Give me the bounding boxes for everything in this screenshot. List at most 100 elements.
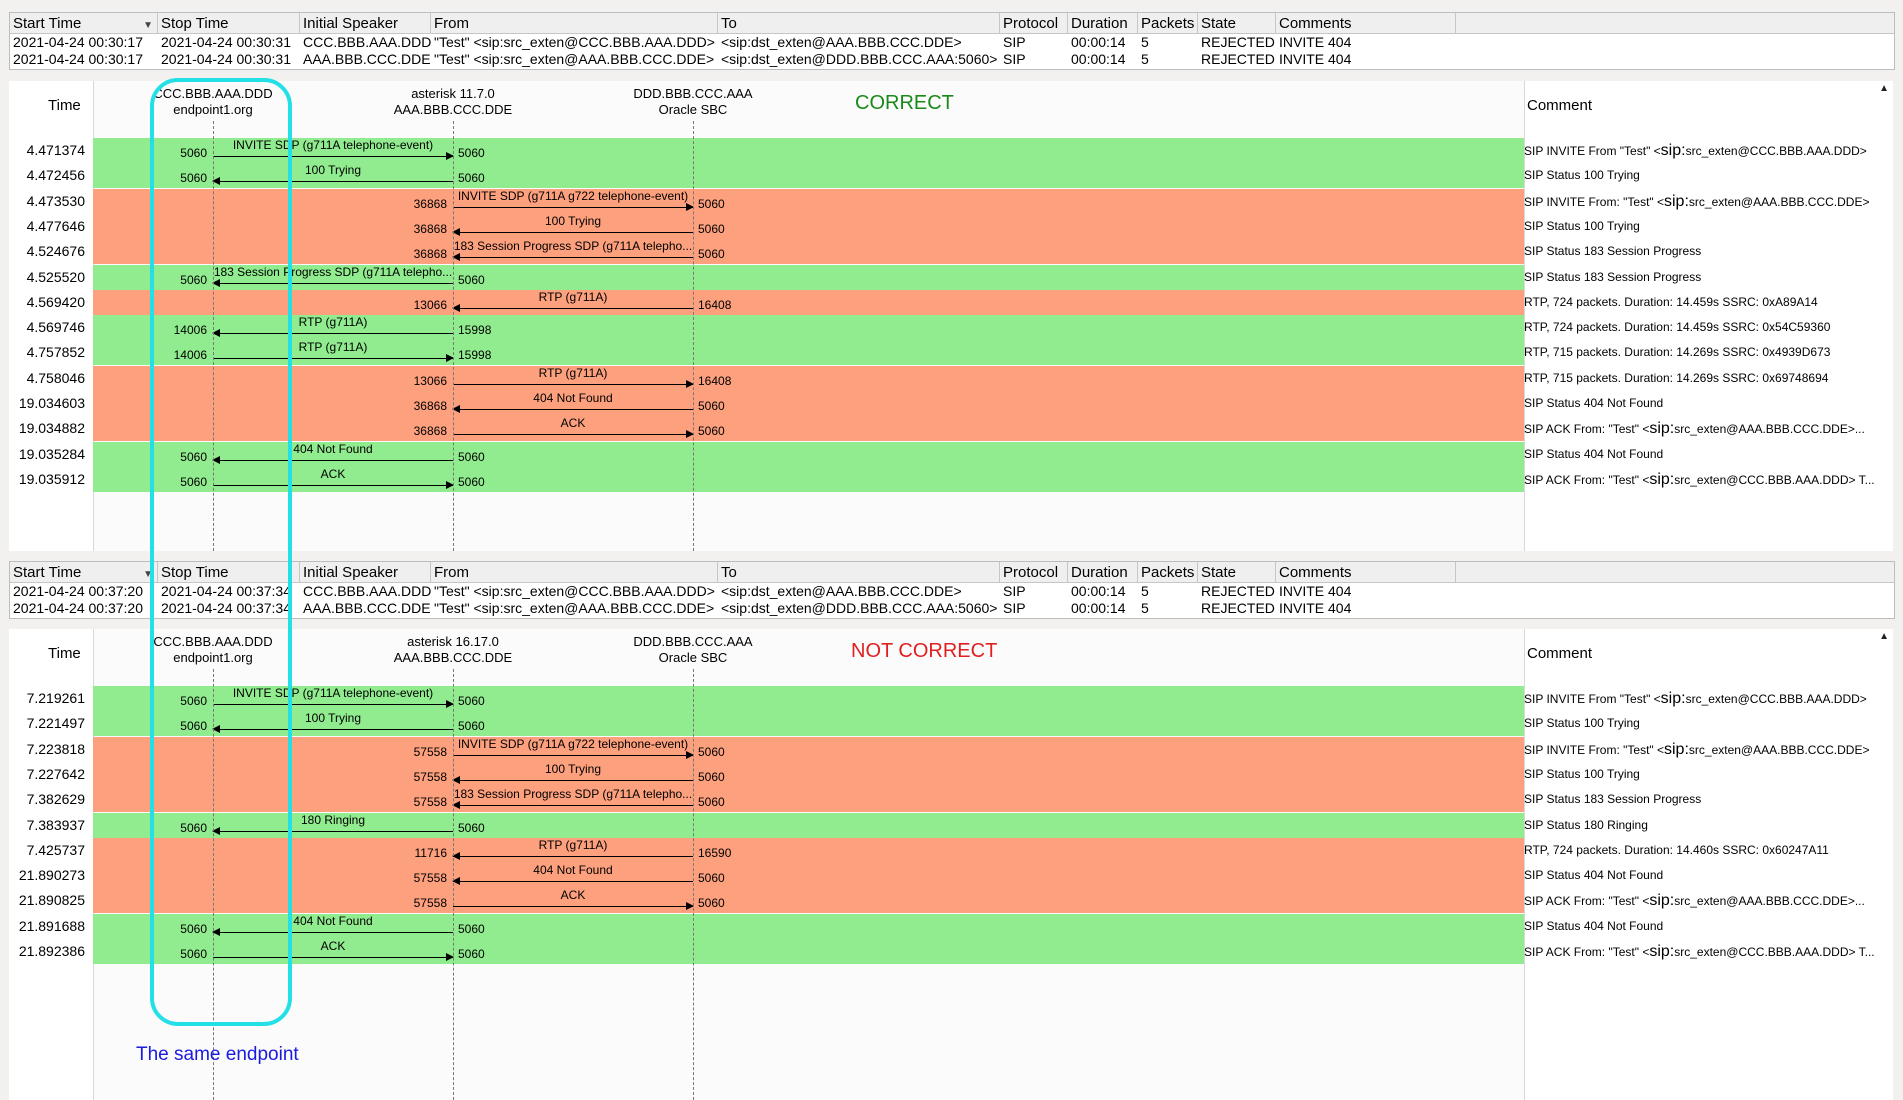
flow-row[interactable] [93,188,1524,214]
column-header-label: From [434,564,469,581]
flow-row[interactable] [93,391,1524,416]
column-header-protocol[interactable]: Protocol [1000,562,1068,582]
flow-comment: RTP, 724 packets. Duration: 14.459s SSRC… [1524,294,1818,309]
column-header-to[interactable]: To [718,562,1000,582]
flow-time: 19.035284 [18,445,85,462]
column-header-speaker[interactable]: Initial Speaker [300,562,431,582]
column-header-comments[interactable]: Comments [1276,562,1456,582]
message-arrow[interactable]: 183 Session Progress SDP (g711A telepho.… [452,239,693,264]
sip-scheme: sip: [1664,740,1689,758]
column-header-duration[interactable]: Duration [1068,562,1138,582]
table-row[interactable]: 2021-04-24 00:30:17 2021-04-24 00:30:31 CC… [10,34,1894,51]
port-right: 5060 [458,947,485,961]
port-right: 16408 [698,297,732,312]
port-right: 5060 [698,871,725,886]
flow-row[interactable] [93,239,1524,265]
column-header-state[interactable]: State [1198,562,1276,582]
column-header-packets[interactable]: Packets [1138,562,1198,582]
column-header-from[interactable]: From [431,13,718,33]
flow-comment: SIP INVITE From "Test" <sip:src_exten@CC… [1524,142,1867,159]
table-row[interactable]: 2021-04-24 00:37:20 2021-04-24 00:37:34 AA… [10,600,1894,617]
flow-row[interactable] [93,888,1524,914]
column-header-label: Start Time [13,564,82,581]
host-name: asterisk 11.7.0 [411,86,495,101]
cell-from: "Test" <sip:src_exten@CCC.BBB.AAA.DDD> [434,583,715,599]
sip-scheme: sip: [1649,892,1675,910]
flow-time: 21.890825 [18,892,85,909]
flow-comment: SIP Status 183 Session Progress [1524,269,1702,284]
flow-time: 4.471374 [26,142,85,158]
message-label: 404 Not Found [533,391,613,405]
flow-row[interactable] [93,761,1524,787]
column-header-start[interactable]: Start Time ▼ [10,13,158,33]
arrow-line [453,430,694,439]
arrow-line [452,851,693,860]
arrow-line [452,253,693,262]
column-header-packets[interactable]: Packets [1138,13,1198,33]
arrow-line [452,303,693,312]
port-right: 5060 [458,272,485,287]
port-right: 5060 [458,719,485,734]
flow-row[interactable] [93,787,1524,813]
port-right: 16590 [698,845,732,860]
cell-to: <sip:dst_exten@AAA.BBB.CCC.DDE> [721,583,962,599]
cell-from: "Test" <sip:src_exten@AAA.BBB.CCC.DDE> [434,600,715,616]
column-header-label: Duration [1071,15,1128,32]
flow-row[interactable] [93,736,1524,762]
table-row[interactable]: 2021-04-24 00:30:17 2021-04-24 00:30:31 AA… [10,51,1894,68]
port-right: 5060 [698,744,725,759]
message-arrow[interactable]: ACK [453,416,694,441]
flow-row[interactable] [93,365,1524,391]
flow-time: 19.034603 [18,395,85,411]
message-arrow[interactable]: RTP (g711A) [452,838,693,863]
port-right: 5060 [458,171,485,186]
message-arrow[interactable]: RTP (g711A) [453,366,694,391]
flow-time: 7.221497 [26,715,85,732]
column-header-from[interactable]: From [431,562,718,582]
port-right: 5060 [698,221,725,236]
flow-row[interactable] [93,213,1524,239]
cell-packets: 5 [1141,34,1149,50]
flow-time: 21.890273 [18,867,85,884]
column-header-start[interactable]: Start Time ▼ [10,562,158,582]
message-arrow[interactable]: INVITE SDP (g711A g722 telephone-event) [453,737,694,762]
flow-row[interactable] [93,289,1524,315]
host-header-2: asterisk 11.7.0 AAA.BBB.CCC.DDE [373,86,533,118]
message-arrow[interactable]: 183 Session Progress SDP (g711A telepho.… [452,787,693,812]
message-arrow[interactable]: 100 Trying [452,214,693,239]
message-arrow[interactable]: INVITE SDP (g711A g722 telephone-event) [453,189,694,214]
cell-duration: 00:00:14 [1071,51,1126,67]
arrow-line [452,775,693,784]
verdict-label: NOT CORRECT [851,640,998,662]
column-header-state[interactable]: State [1198,13,1276,33]
column-header-protocol[interactable]: Protocol [1000,13,1068,33]
message-label: 100 Trying [544,761,602,776]
column-header-comments[interactable]: Comments [1276,13,1456,33]
cell-duration: 00:00:14 [1071,34,1126,50]
port-right: 5060 [458,449,485,464]
scroll-up-icon[interactable]: ▲ [1879,83,1889,94]
message-label: RTP (g711A) [538,289,608,304]
cell-protocol: SIP [1003,583,1026,599]
flow-comment: RTP, 715 packets. Duration: 14.269s SSRC… [1524,345,1831,360]
flow-row[interactable] [93,416,1524,442]
flow-row[interactable] [93,863,1524,889]
sip-scheme: sip: [1660,690,1686,707]
cell-start: 2021-04-24 00:37:20 [13,583,143,599]
message-arrow[interactable]: RTP (g711A) [452,289,693,315]
column-header-speaker[interactable]: Initial Speaker [300,13,431,33]
host-name: asterisk 16.17.0 [407,634,499,649]
message-arrow[interactable]: 100 Trying [452,761,693,787]
message-arrow[interactable]: 404 Not Found [452,863,693,888]
flow-row[interactable] [93,837,1524,863]
column-header-duration[interactable]: Duration [1068,13,1138,33]
host-label: AAA.BBB.CCC.DDE [393,650,513,665]
message-arrow[interactable]: ACK [453,888,694,913]
table-row[interactable]: 2021-04-24 00:37:20 2021-04-24 00:37:34 CC… [10,583,1894,600]
column-header-stop[interactable]: Stop Time [158,13,300,33]
message-arrow[interactable]: 404 Not Found [452,391,693,416]
column-header-to[interactable]: To [718,13,1000,33]
scroll-up-icon[interactable]: ▲ [1879,631,1889,642]
cell-protocol: SIP [1003,51,1026,67]
flow-comment: SIP Status 180 Ringing [1524,817,1648,832]
